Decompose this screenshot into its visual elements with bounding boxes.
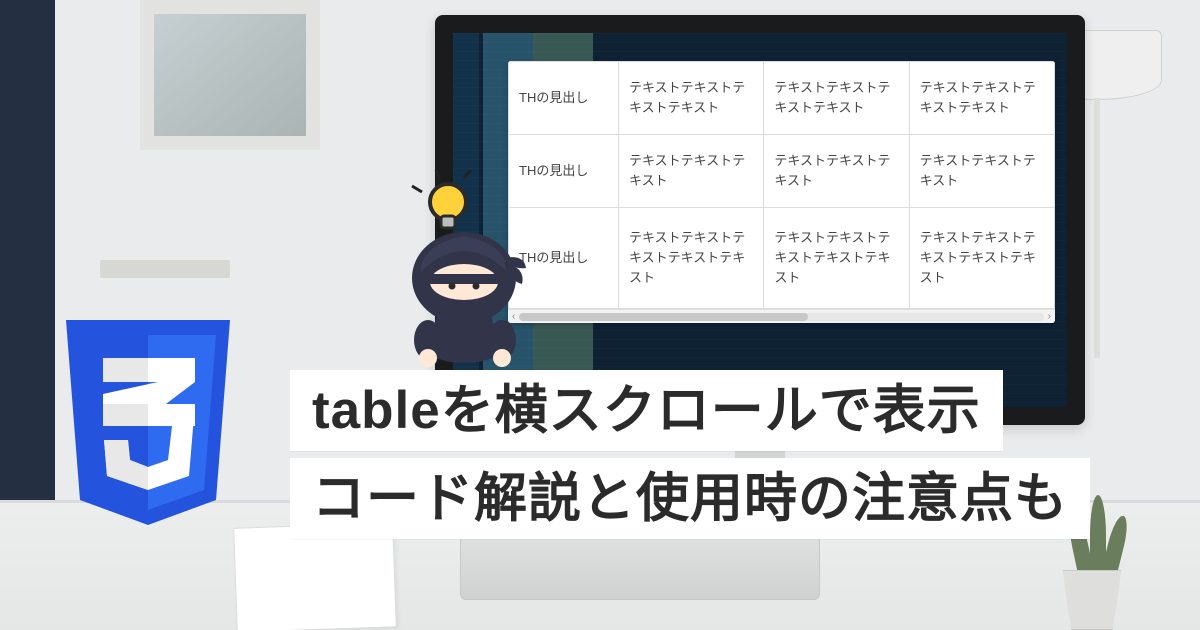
table-row: THの見出し テキストテキストテキスト テキストテキストテキスト テキストテキス… [509,135,1055,208]
monitor-screen: THの見出し テキストテキストテキストテキスト テキストテキストテキストテキスト… [453,33,1067,407]
ninja-mascot [386,170,536,370]
table-cell: テキストテキストテキスト [619,135,764,208]
wall-painting [140,0,320,150]
table-cell: テキストテキストテキストテキストテキスト [909,208,1054,309]
scrollbar-thumb[interactable] [519,313,807,321]
table-cell: テキストテキストテキストテキスト [619,62,764,135]
table-cell: テキストテキストテキストテキスト [909,62,1054,135]
headline-line-2: コード解説と使用時の注意点も [290,458,1090,539]
horizontal-scrollbar[interactable]: ‹ › [508,309,1055,323]
wall-shelf [100,260,230,278]
headline-line-1: tableを横スクロールで表示 [290,370,1003,451]
css3-logo [58,320,238,520]
table-cell: テキストテキストテキストテキストテキスト [619,208,764,309]
scroll-right-icon[interactable]: › [1048,311,1051,322]
table-cell: テキストテキストテキスト [909,135,1054,208]
table-cell: テキストテキストテキストテキストテキスト [764,208,909,309]
table-scroll-viewport[interactable]: THの見出し テキストテキストテキストテキスト テキストテキストテキストテキスト… [508,61,1055,309]
keyboard [460,530,820,600]
table-preview-window: THの見出し テキストテキストテキストテキスト テキストテキストテキストテキスト… [508,61,1055,323]
table-row: THの見出し テキストテキストテキストテキストテキスト テキストテキストテキスト… [509,208,1055,309]
table-cell: テキストテキストテキストテキスト [764,62,909,135]
lightbulb-icon [412,170,472,228]
scrollbar-track[interactable] [519,313,1043,321]
table-cell: テキストテキストテキスト [764,135,909,208]
table-row: THの見出し テキストテキストテキストテキスト テキストテキストテキストテキスト… [509,62,1055,135]
demo-table: THの見出し テキストテキストテキストテキスト テキストテキストテキストテキスト… [508,61,1055,309]
table-row-header: THの見出し [509,62,619,135]
